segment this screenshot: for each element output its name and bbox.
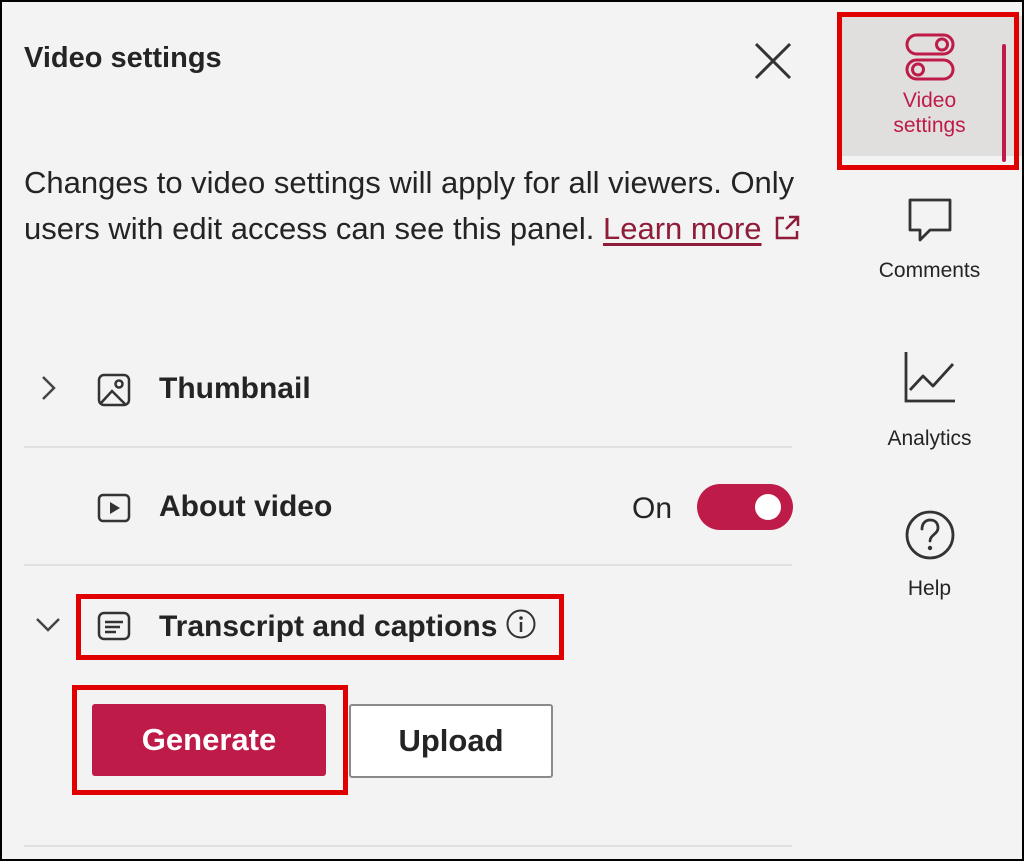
chart-icon	[904, 352, 955, 403]
divider	[24, 446, 792, 448]
comment-icon	[908, 198, 951, 242]
rail-item-analytics[interactable]: Analytics	[837, 348, 1022, 451]
toggle-knob	[755, 494, 781, 520]
learn-more-link[interactable]: Learn more	[603, 211, 762, 246]
about-video-toggle[interactable]	[697, 484, 793, 530]
section-about-video: About video On	[24, 478, 794, 538]
upload-button[interactable]: Upload	[349, 704, 553, 778]
panel-description: Changes to video settings will apply for…	[24, 160, 804, 252]
rail-label-comments: Comments	[878, 259, 981, 282]
highlight-box-generate	[72, 685, 348, 795]
image-icon	[97, 373, 131, 407]
rail-label-help: Help	[907, 577, 952, 600]
help-icon	[905, 510, 954, 560]
about-video-label: About video	[159, 490, 333, 523]
divider	[24, 564, 792, 566]
rail-label-analytics: Analytics	[887, 427, 972, 450]
app-frame: Video settings Changes to video settings…	[0, 0, 1024, 861]
toggle-state-text: On	[632, 492, 673, 525]
external-link-icon[interactable]	[772, 213, 802, 243]
rail-item-help[interactable]: Help	[837, 508, 1022, 601]
side-rail: Video settings Comments Analytics Help	[837, 2, 1022, 859]
video-settings-panel: Video settings Changes to video settings…	[2, 2, 832, 859]
highlight-box-transcript	[76, 594, 564, 660]
chevron-right-icon[interactable]	[34, 374, 62, 402]
close-icon[interactable]	[752, 40, 794, 82]
thumbnail-label: Thumbnail	[159, 372, 311, 405]
rail-item-comments[interactable]: Comments	[837, 194, 1022, 283]
chevron-down-icon[interactable]	[34, 610, 62, 638]
divider	[24, 845, 792, 847]
highlight-box-video-settings	[837, 12, 1019, 170]
panel-title: Video settings	[24, 42, 222, 74]
play-icon	[97, 493, 131, 523]
section-thumbnail[interactable]: Thumbnail	[24, 360, 794, 420]
